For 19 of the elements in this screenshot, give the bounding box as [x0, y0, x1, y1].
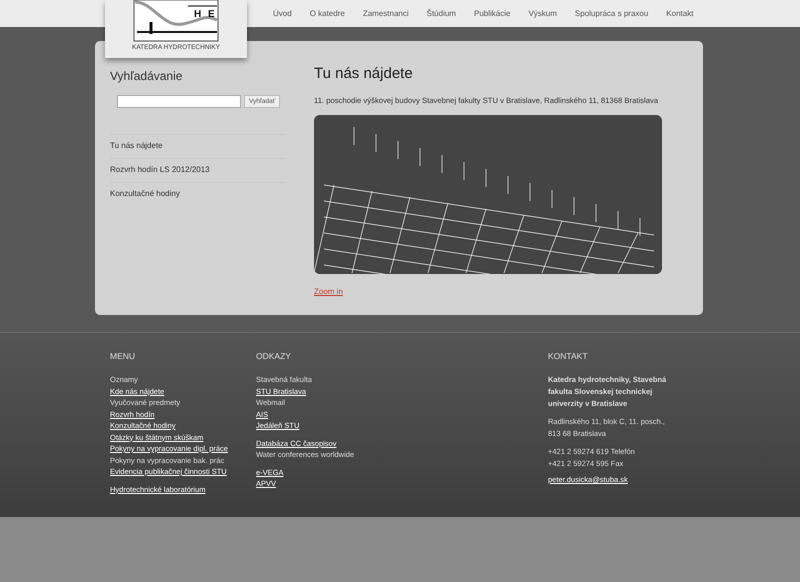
- sidebar-item[interactable]: Tu nás nájdete: [110, 134, 285, 158]
- nav-link[interactable]: Zamestnanci: [354, 9, 418, 18]
- nav-link[interactable]: Výskum: [519, 9, 566, 18]
- nav-link[interactable]: Kontakt: [657, 9, 702, 18]
- logo-drawing[interactable]: H E: [133, 0, 219, 42]
- footer-heading: ODKAZY: [256, 351, 292, 361]
- page-title: Tu nás nájdete: [314, 65, 414, 82]
- footer-heading: KONTAKT: [548, 351, 589, 361]
- footer-heading: MENU: [110, 351, 136, 361]
- nav-link[interactable]: Úvod: [264, 9, 301, 18]
- nav-link[interactable]: Štúdium: [418, 9, 465, 18]
- nav-link[interactable]: O katedre: [300, 9, 354, 18]
- search-field[interactable]: [117, 95, 241, 108]
- zoom-link[interactable]: Zoom in: [314, 287, 343, 296]
- sidebar-item[interactable]: Konzultačné hodiny: [110, 182, 285, 206]
- sidebar-item[interactable]: Rozvrh hodín LS 2012/2013: [110, 158, 285, 182]
- nav-link[interactable]: Publikácie: [464, 9, 520, 18]
- nav-link[interactable]: Spolupráca s praxou: [566, 9, 658, 18]
- sidebar-title: Vyhľadávanie: [110, 69, 184, 83]
